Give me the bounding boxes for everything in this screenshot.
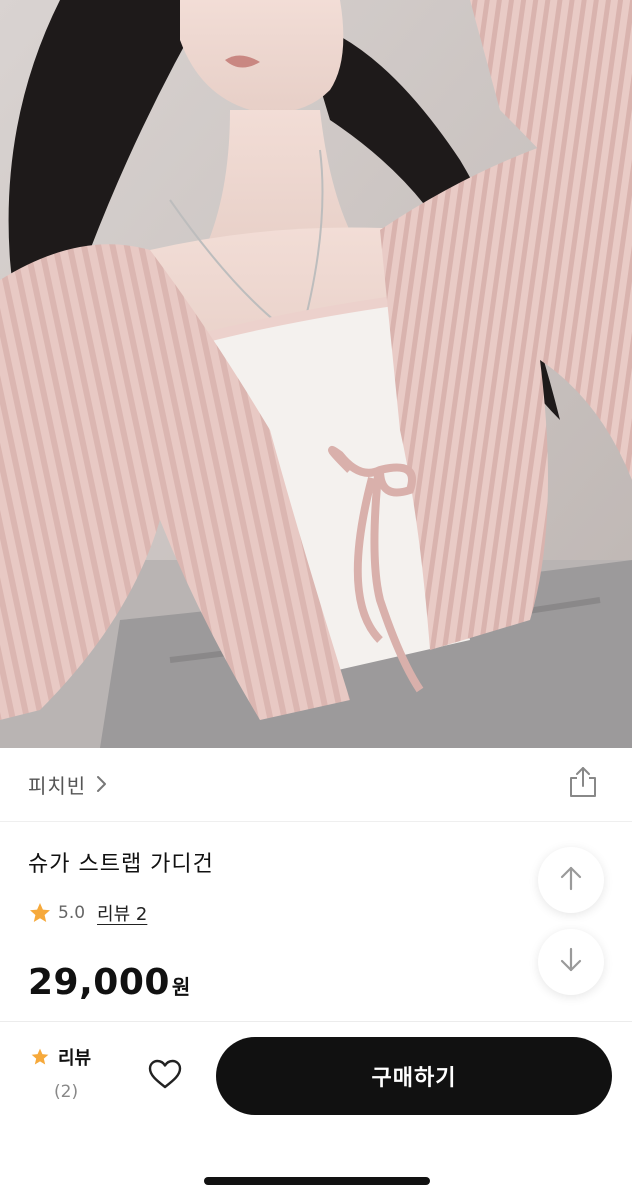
store-link[interactable]: 피치빈 xyxy=(28,768,108,800)
review-count: (2) xyxy=(54,1082,79,1102)
price: 29,000 원 xyxy=(28,962,190,1003)
product-image[interactable] xyxy=(0,0,632,748)
share-button[interactable] xyxy=(566,766,600,802)
star-icon xyxy=(30,1047,50,1067)
scroll-up-button[interactable] xyxy=(538,847,604,913)
arrow-down-icon xyxy=(559,947,583,977)
share-icon xyxy=(568,766,598,802)
heart-icon xyxy=(148,1059,182,1093)
review-label: 리뷰 xyxy=(58,1048,92,1069)
rating-score: 5.0 xyxy=(58,903,86,923)
star-icon xyxy=(28,901,52,925)
review-link[interactable]: 리뷰 2 xyxy=(97,900,147,926)
bottom-action-bar: 리뷰 (2) 구매하기 xyxy=(0,1021,632,1200)
buy-button[interactable]: 구매하기 xyxy=(216,1037,612,1115)
price-unit: 원 xyxy=(171,975,191,999)
chevron-right-icon xyxy=(96,775,108,793)
scroll-down-button[interactable] xyxy=(538,929,604,995)
product-title: 슈가 스트랩 가디건 xyxy=(28,852,214,877)
price-amount: 29,000 xyxy=(28,962,170,1003)
wishlist-button[interactable] xyxy=(145,1056,185,1096)
rating-row: 5.0 리뷰 2 xyxy=(28,898,147,928)
home-indicator[interactable] xyxy=(204,1177,430,1185)
product-photo xyxy=(0,0,632,748)
arrow-up-icon xyxy=(559,865,583,895)
store-row: 피치빈 xyxy=(0,748,632,822)
review-summary-button[interactable]: 리뷰 (2) xyxy=(30,1044,110,1108)
store-name: 피치빈 xyxy=(28,773,87,798)
